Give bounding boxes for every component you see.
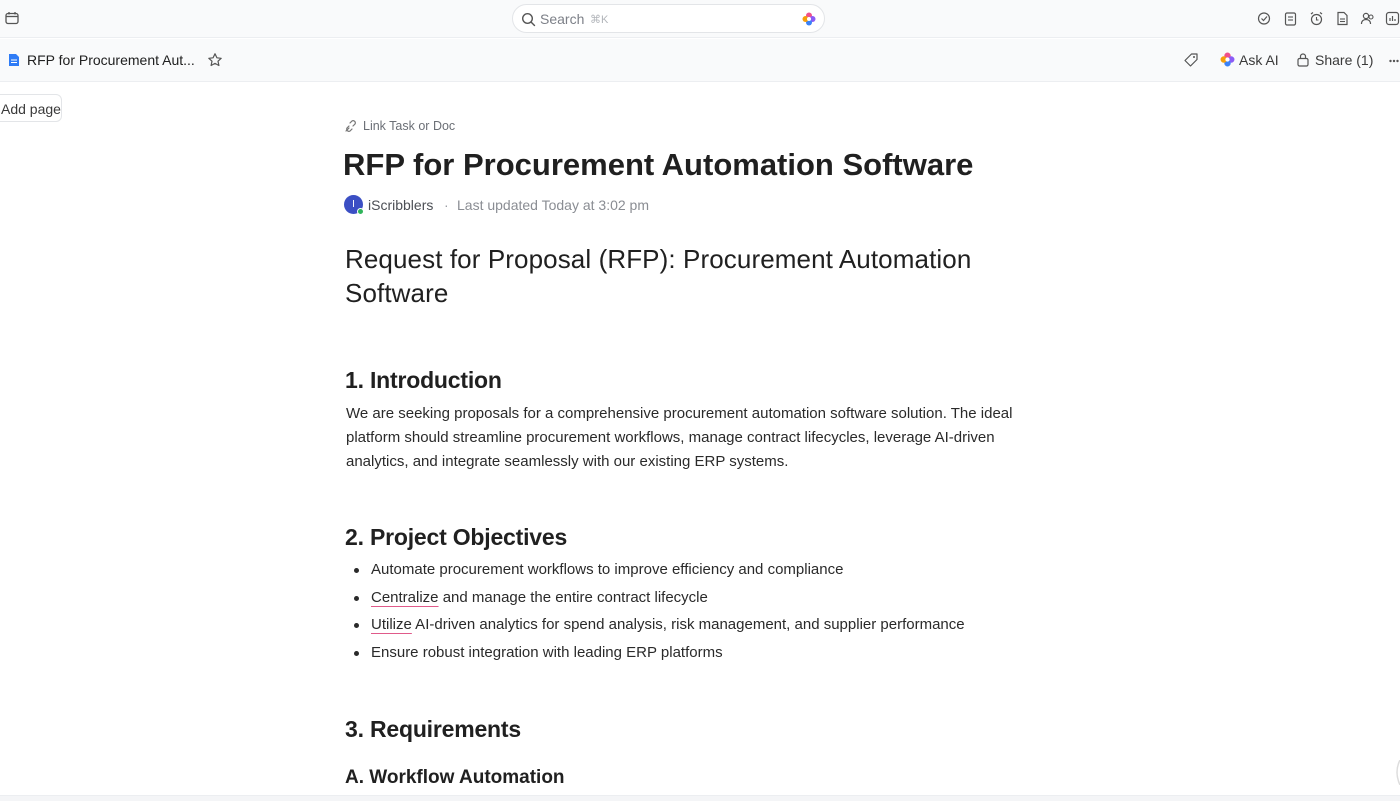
spellcheck-word: Utilize [371, 616, 412, 633]
list-item-text: and manage the entire contract lifecycle [438, 588, 708, 606]
bottom-edge [0, 795, 1400, 801]
tag-icon[interactable] [1183, 52, 1199, 68]
subsection-heading-workflow-automation[interactable]: A. Workflow Automation [345, 767, 565, 789]
list-item[interactable]: Automate procurement workflows to improv… [346, 559, 1046, 587]
top-bar: Search ⌘K [0, 0, 1400, 38]
ai-sparkle-icon[interactable] [802, 12, 816, 26]
introduction-paragraph[interactable]: We are seeking proposals for a comprehen… [346, 402, 1046, 474]
doc-header-bar: RFP for Procurement Aut... Ask AI Share … [0, 39, 1400, 82]
search-shortcut: ⌘K [590, 14, 609, 26]
people-icon[interactable] [1360, 11, 1375, 27]
docs-icon[interactable] [1335, 11, 1350, 27]
section-heading-requirements[interactable]: 3. Requirements [345, 716, 521, 743]
notepad-icon[interactable] [1283, 11, 1298, 27]
doc-tab-title[interactable]: RFP for Procurement Aut... [27, 52, 195, 68]
calendar-icon[interactable] [5, 11, 19, 25]
share-label: Share (1) [1315, 52, 1374, 68]
dashboard-icon[interactable] [1385, 11, 1400, 27]
section-heading-introduction[interactable]: 1. Introduction [345, 367, 502, 394]
more-horizontal-icon[interactable] [1389, 59, 1399, 63]
scrollbar-handle[interactable] [1392, 760, 1400, 785]
alarm-clock-icon[interactable] [1309, 11, 1324, 27]
document-heading[interactable]: Request for Proposal (RFP): Procurement … [345, 242, 1045, 310]
list-item[interactable]: Utilize AI-driven analytics for spend an… [346, 614, 1046, 642]
page-title[interactable]: RFP for Procurement Automation Software [343, 147, 973, 183]
ask-ai-label: Ask AI [1239, 52, 1279, 68]
last-updated: Last updated Today at 3:02 pm [457, 197, 649, 213]
search-icon [521, 12, 536, 27]
lock-icon [1297, 53, 1309, 67]
add-page-button[interactable]: Add page [0, 94, 62, 122]
section-heading-objectives[interactable]: 2. Project Objectives [345, 524, 567, 551]
objectives-list: Automate procurement workflows to improv… [346, 559, 1046, 669]
meta-separator: · [444, 197, 449, 213]
spellcheck-word: Centralize [371, 588, 439, 606]
list-item[interactable]: Ensure robust integration with leading E… [346, 642, 1046, 670]
list-item[interactable]: Centralize and manage the entire contrac… [346, 587, 1046, 615]
star-icon[interactable] [207, 52, 223, 68]
link-task-label: Link Task or Doc [363, 119, 456, 133]
list-item-text: AI-driven analytics for spend analysis, … [411, 616, 965, 633]
ai-sparkle-icon [1220, 52, 1235, 67]
task-check-icon[interactable] [1257, 11, 1272, 27]
document-icon [9, 54, 19, 66]
list-item-text: Automate procurement workflows to improv… [371, 561, 844, 578]
search-placeholder: Search [540, 11, 585, 27]
online-status-dot [357, 208, 364, 215]
search-bar[interactable]: Search ⌘K [512, 4, 825, 33]
link-icon [345, 120, 356, 132]
author-name[interactable]: iScribblers [368, 197, 433, 213]
list-item-text: Ensure robust integration with leading E… [371, 643, 723, 661]
